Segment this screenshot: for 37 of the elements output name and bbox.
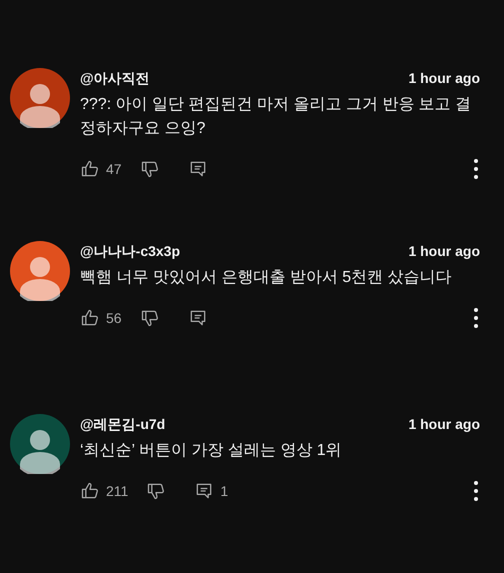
more-button[interactable] [472, 157, 480, 181]
comment-icon [188, 308, 208, 328]
comment-time: 1 hour ago [408, 70, 480, 86]
thumbs-down-icon [140, 159, 160, 179]
like-count: 211 [106, 483, 128, 499]
more-icon [472, 479, 480, 503]
author-name[interactable]: @아사직전 [80, 70, 150, 88]
author-name[interactable]: @나나나-c3x3p [80, 243, 180, 261]
like-button[interactable]: 211 [80, 481, 128, 501]
reply-count: 1 [220, 483, 228, 499]
thumbs-down-icon [146, 481, 166, 501]
like-count: 56 [106, 310, 122, 326]
reply-button[interactable] [188, 308, 208, 328]
more-button[interactable] [472, 479, 480, 503]
dislike-button[interactable] [146, 481, 166, 501]
comment-text: 빽햄 너무 맛있어서 은행대출 받아서 5천캔 샀습니다 [80, 268, 453, 288]
reply-button[interactable] [188, 159, 208, 179]
author-name[interactable]: @레몬김-u7d [80, 416, 166, 434]
like-button[interactable]: 56 [80, 308, 122, 328]
comment-time: 1 hour ago [408, 416, 480, 432]
dislike-button[interactable] [140, 308, 160, 328]
thumbs-up-icon [80, 481, 100, 501]
like-button[interactable]: 47 [80, 159, 122, 179]
reply-button[interactable]: 1 [194, 481, 228, 501]
comment-icon [194, 481, 214, 501]
thumbs-up-icon [80, 308, 100, 328]
comment-icon [188, 159, 208, 179]
comment-time: 1 hour ago [408, 243, 480, 259]
comment-text: ???: 아이 일단 편집된건 마저 올리고 그거 반응 보고 결정하자구요 으잉? [80, 95, 472, 139]
dislike-button[interactable] [140, 159, 160, 179]
comment-text: ‘최신순’ 버튼이 가장 설레는 영상 1위 [80, 441, 343, 461]
thumbs-down-icon [140, 308, 160, 328]
thumbs-up-icon [80, 159, 100, 179]
like-count: 47 [106, 161, 122, 177]
more-button[interactable] [472, 306, 480, 330]
more-icon [472, 306, 480, 330]
more-icon [472, 157, 480, 181]
